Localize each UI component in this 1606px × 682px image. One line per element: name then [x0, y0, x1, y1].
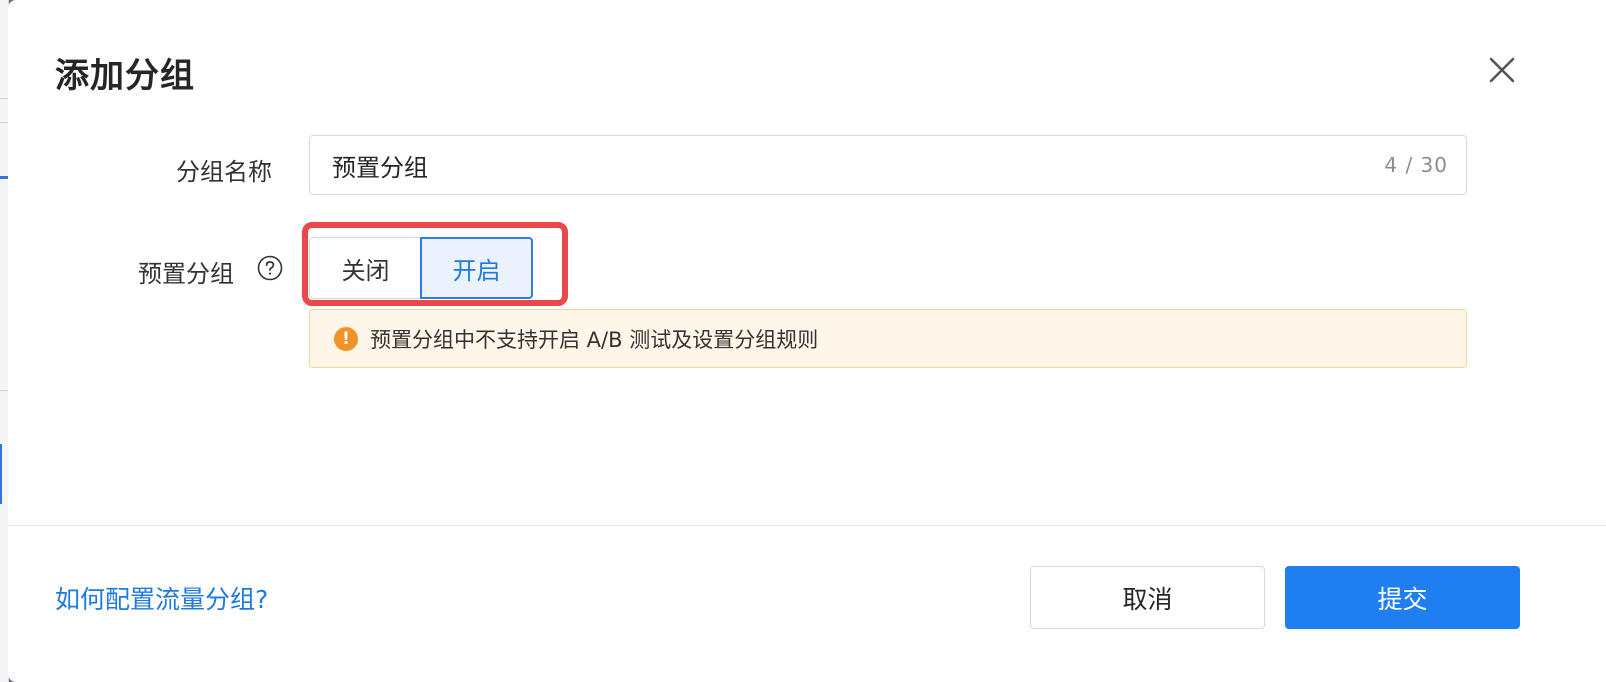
- warning-alert: ! 预置分组中不支持开启 A/B 测试及设置分组规则: [309, 309, 1467, 368]
- footer-divider: [8, 525, 1606, 526]
- group-name-value: 预置分组: [332, 153, 428, 182]
- background-divider: [0, 98, 8, 99]
- dialog-title: 添加分组: [55, 56, 195, 96]
- exclamation-circle-icon: !: [334, 326, 358, 351]
- preset-toggle-off[interactable]: 关闭: [309, 237, 421, 299]
- background-divider: [0, 390, 8, 391]
- group-name-label: 分组名称: [176, 158, 272, 186]
- warning-text: 预置分组中不支持开启 A/B 测试及设置分组规则: [370, 327, 819, 352]
- question-circle-icon[interactable]: [257, 255, 283, 281]
- background-accent-line: [0, 176, 8, 179]
- close-icon[interactable]: [1484, 52, 1520, 88]
- char-count: 4 / 30: [1384, 153, 1448, 177]
- background-divider: [0, 122, 8, 123]
- preset-group-label: 预置分组: [138, 260, 234, 288]
- cancel-button[interactable]: 取消: [1030, 566, 1265, 629]
- preset-toggle-on[interactable]: 开启: [420, 237, 533, 299]
- help-link[interactable]: 如何配置流量分组?: [55, 580, 268, 616]
- group-name-input[interactable]: 预置分组 4 / 30: [309, 135, 1467, 195]
- add-group-dialog: 添加分组 分组名称 预置分组 4 / 30 预置分组 关闭 开启 ! 预置分组中…: [8, 0, 1606, 682]
- submit-button[interactable]: 提交: [1285, 566, 1520, 629]
- background-accent-block: [0, 444, 8, 504]
